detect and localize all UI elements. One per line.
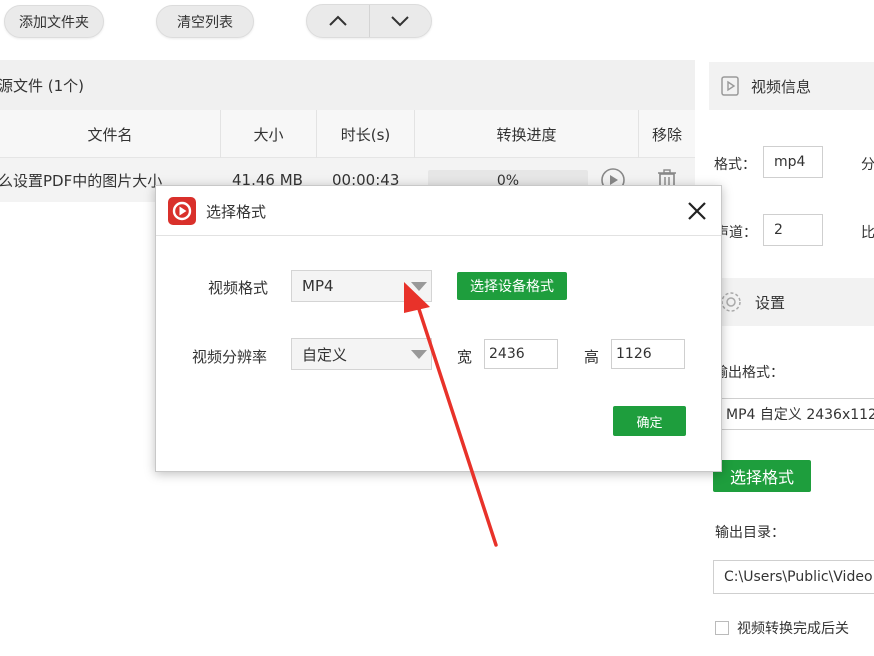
confirm-button[interactable]: 确定	[613, 406, 686, 436]
video-resolution-label: 视频分辨率	[192, 348, 268, 366]
confirm-label: 确定	[636, 415, 663, 431]
height-label: 高	[584, 348, 600, 366]
output-format-field[interactable]: MP4 自定义 2436x112	[715, 398, 874, 430]
partial-label-1: 分	[861, 157, 874, 173]
after-convert-checkbox[interactable]	[715, 621, 729, 635]
dialog-title-bar: 选择格式	[156, 186, 721, 236]
height-value: 1126	[616, 346, 652, 362]
chevron-up-icon	[329, 15, 347, 26]
choose-format-label: 选择格式	[729, 468, 794, 487]
column-header-progress: 转换进度	[414, 110, 638, 158]
column-header-size: 大小	[220, 110, 316, 158]
output-format-value: MP4 自定义 2436x112	[726, 407, 874, 423]
app-logo-icon	[168, 197, 196, 225]
file-table-header: 文件名 大小 时长(s) 转换进度 移除	[0, 110, 695, 158]
chevron-down-icon	[411, 350, 427, 359]
format-label: 格式：	[714, 157, 756, 173]
source-files-header: 源文件 (1个)	[0, 60, 695, 110]
column-header-duration: 时长(s)	[316, 110, 414, 158]
close-button[interactable]	[682, 196, 712, 226]
partial-label-2: 比	[861, 225, 874, 241]
move-up-button[interactable]	[307, 5, 369, 37]
video-file-icon	[721, 76, 739, 96]
select-format-dialog: 选择格式 视频格式 MP4 选择设备格式 视频分辨率 自定义 宽 2436 高 …	[155, 185, 722, 472]
gear-icon	[721, 292, 741, 312]
video-resolution-select[interactable]: 自定义	[291, 338, 432, 370]
source-files-count: 源文件 (1个)	[0, 76, 85, 95]
column-header-remove: 移除	[638, 110, 695, 158]
channel-value-field: 2	[763, 214, 823, 246]
add-folder-label: 添加文件夹	[19, 14, 89, 31]
height-input[interactable]: 1126	[611, 339, 685, 369]
select-device-format-label: 选择设备格式	[470, 279, 554, 295]
output-directory-value: C:\Users\Public\Video	[724, 569, 873, 585]
chevron-down-icon	[391, 16, 409, 27]
settings-title: 设置	[755, 293, 786, 312]
clear-list-label: 清空列表	[177, 14, 233, 31]
video-format-label: 视频格式	[208, 279, 269, 297]
width-label: 宽	[457, 348, 473, 366]
width-value: 2436	[489, 346, 525, 362]
channel-value: 2	[774, 222, 783, 238]
video-resolution-value: 自定义	[302, 345, 348, 364]
video-info-title: 视频信息	[751, 77, 812, 96]
video-format-value: MP4	[302, 277, 334, 295]
column-header-filename: 文件名	[87, 125, 133, 144]
width-input[interactable]: 2436	[484, 339, 558, 369]
settings-section-header: 设置	[709, 278, 874, 326]
chevron-down-icon	[411, 282, 427, 291]
move-down-button[interactable]	[368, 5, 432, 37]
video-format-select[interactable]: MP4	[291, 270, 432, 302]
close-icon	[688, 202, 706, 220]
format-value-field: mp4	[763, 146, 823, 178]
after-convert-label: 视频转换完成后关	[737, 621, 849, 637]
output-directory-label: 输出目录：	[715, 525, 785, 541]
output-format-label: 输出格式：	[714, 365, 784, 381]
add-folder-button[interactable]: 添加文件夹	[4, 5, 104, 38]
dialog-title: 选择格式	[206, 203, 267, 221]
choose-format-button[interactable]: 选择格式	[713, 460, 811, 492]
video-info-section-header: 视频信息	[709, 62, 874, 110]
output-directory-field[interactable]: C:\Users\Public\Video	[713, 560, 874, 594]
select-device-format-button[interactable]: 选择设备格式	[457, 272, 567, 300]
move-buttons	[306, 4, 432, 38]
clear-list-button[interactable]: 清空列表	[156, 5, 254, 38]
format-value: mp4	[774, 154, 806, 170]
